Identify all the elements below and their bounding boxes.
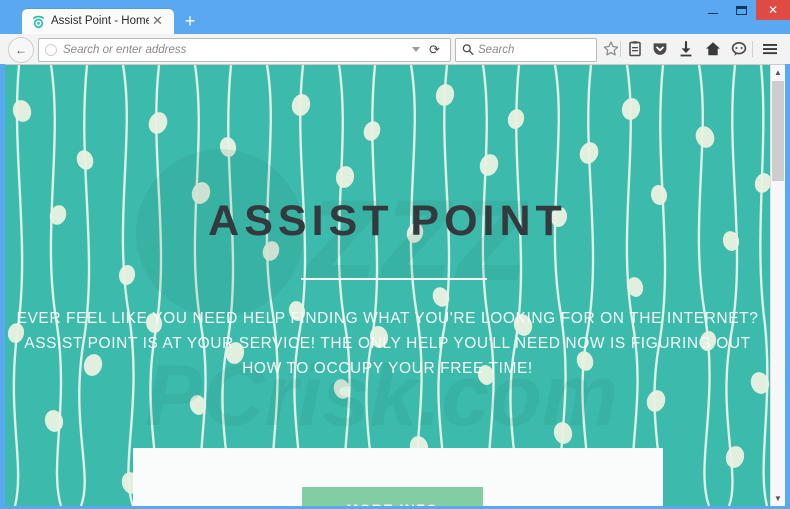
title-bar: Assist Point - Home Page ✕ + ✕ [0, 0, 790, 34]
minimize-icon [707, 13, 718, 15]
browser-tab[interactable]: Assist Point - Home Page ✕ [22, 9, 174, 34]
star-icon[interactable] [601, 39, 621, 59]
search-icon [462, 44, 474, 55]
home-icon[interactable] [703, 39, 723, 59]
page-identity-icon [45, 44, 57, 56]
window-border-right [785, 64, 790, 509]
web-page: zzz PCrisk.com ASSIST POINT EVER FEEL LI… [5, 65, 770, 506]
tab-title: Assist Point - Home Page [51, 15, 149, 27]
hero-description: EVER FEEL LIKE YOU NEED HELP FINDING WHA… [16, 310, 759, 377]
window-minimize-button[interactable] [698, 0, 727, 20]
address-bar-placeholder: Search or enter address [63, 44, 187, 56]
reload-icon[interactable]: ⟳ [427, 42, 442, 58]
address-bar[interactable]: Search or enter address ⟳ [38, 38, 451, 62]
page-title: ASSIST POINT [208, 197, 567, 245]
scroll-up-arrow-icon[interactable]: ▲ [771, 65, 785, 80]
search-input[interactable]: Search [455, 38, 597, 62]
more-info-button[interactable]: MORE INFO [302, 487, 483, 506]
window-border-left [0, 64, 5, 509]
vertical-scrollbar[interactable]: ▲ ▼ [770, 65, 785, 506]
new-tab-button[interactable]: + [182, 12, 198, 30]
chevron-down-icon[interactable] [412, 47, 420, 52]
scroll-down-arrow-icon[interactable]: ▼ [771, 491, 785, 506]
search-placeholder: Search [478, 44, 515, 56]
sync-icon[interactable] [729, 39, 749, 59]
pocket-icon[interactable] [650, 39, 670, 59]
page-viewport: zzz PCrisk.com ASSIST POINT EVER FEEL LI… [5, 65, 785, 506]
window-close-button[interactable]: ✕ [756, 0, 790, 20]
background-pattern [5, 65, 770, 506]
menu-icon[interactable] [760, 39, 780, 59]
library-icon[interactable] [625, 39, 645, 59]
navigation-toolbar: ← Search or enter address ⟳ Search [0, 34, 790, 65]
back-button[interactable]: ← [8, 37, 34, 63]
window-maximize-button[interactable] [727, 0, 756, 20]
browser-window: Assist Point - Home Page ✕ + ✕ ← Search … [0, 0, 790, 509]
back-arrow-icon: ← [15, 43, 27, 57]
download-icon[interactable] [676, 39, 696, 59]
maximize-icon [736, 6, 747, 16]
tab-close-icon[interactable]: ✕ [151, 14, 164, 27]
scrollbar-thumb[interactable] [772, 81, 784, 181]
title-divider [301, 278, 487, 280]
assist-point-logo-icon [33, 15, 44, 29]
toolbar-divider-2 [752, 41, 753, 57]
